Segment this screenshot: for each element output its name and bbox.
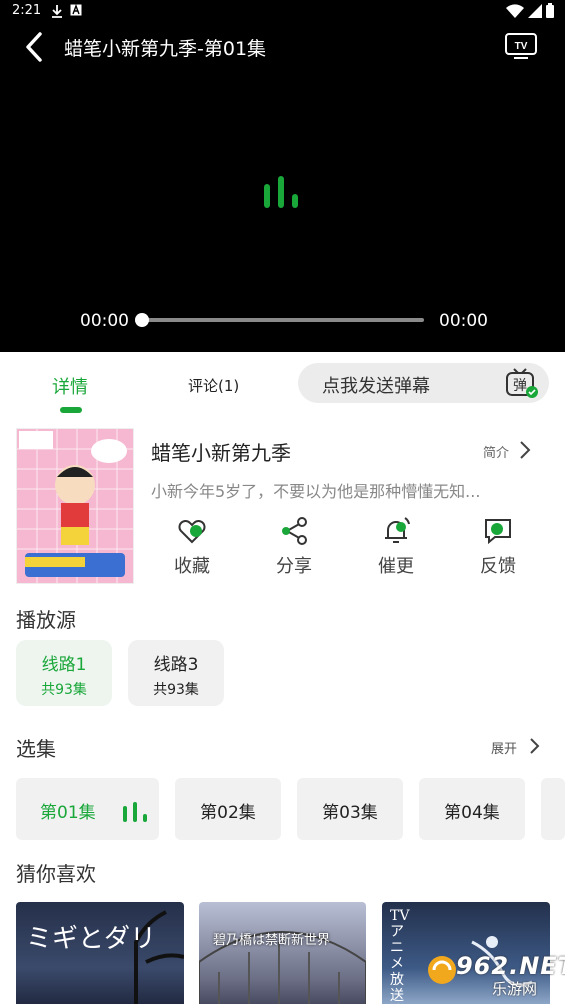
feedback-label: 反馈 [480, 556, 516, 577]
chevron-right-icon[interactable] [516, 440, 534, 460]
watermark-logo-icon [428, 956, 456, 984]
source-name: 线路1 [41, 655, 87, 675]
progress-track[interactable] [141, 318, 424, 322]
video-player[interactable]: 2:21 蜡笔小新第九季-第01集 TV 00:00 00:00 [0, 0, 565, 352]
episode-item-01[interactable]: 第01集 [16, 778, 159, 840]
feedback-button[interactable]: 反馈 [466, 516, 530, 578]
loading-bars-icon [264, 176, 298, 208]
episode-item-04[interactable]: 第04集 [419, 778, 525, 840]
episode-item-partial[interactable] [541, 778, 565, 840]
show-poster [16, 428, 134, 584]
battery-icon [546, 3, 554, 18]
recommend-card-art [199, 931, 366, 1004]
watermark-number: 962.NET [456, 952, 565, 980]
source-item-3[interactable]: 线路3 共93集 [128, 640, 224, 706]
episode-item-03[interactable]: 第03集 [297, 778, 403, 840]
share-icon [282, 517, 307, 545]
sources-heading: 播放源 [16, 608, 76, 632]
episode-label: 第04集 [444, 803, 500, 823]
source-count: 共93集 [153, 682, 199, 698]
app-notification-icon [70, 4, 82, 16]
playing-bars-icon [123, 802, 147, 822]
show-title: 蜡笔小新第九季 [151, 441, 291, 465]
tab-detail[interactable]: 详情 [52, 373, 88, 399]
expand-link[interactable]: 展开 [491, 738, 517, 757]
heart-icon [178, 520, 206, 544]
share-label: 分享 [276, 556, 312, 577]
video-title: 蜡笔小新第九季-第01集 [64, 38, 267, 60]
episodes-heading: 选集 [16, 737, 56, 761]
tab-detail-indicator [60, 407, 82, 413]
danmaku-placeholder: 点我发送弹幕 [322, 376, 430, 397]
status-bar: 2:21 [0, 0, 565, 24]
total-time: 00:00 [439, 311, 488, 331]
share-button[interactable]: 分享 [262, 516, 326, 578]
back-arrow-icon[interactable] [20, 30, 50, 64]
tv-cast-icon[interactable]: TV [504, 32, 538, 60]
site-watermark: 962.NET 乐游网 [426, 948, 565, 1004]
recommend-cover-text: 碧乃橋は禁断新世界 [213, 933, 331, 948]
show-description: 小新今年5岁了，不要以为他是那种懵懂无知... [151, 482, 481, 501]
episode-label: 第01集 [40, 803, 96, 823]
intro-link[interactable]: 简介 [483, 442, 509, 461]
source-item-1[interactable]: 线路1 共93集 [16, 640, 112, 706]
svg-text:弹: 弹 [513, 378, 527, 394]
watermark-sub: 乐游网 [492, 980, 538, 998]
episode-label: 第03集 [322, 803, 378, 823]
recommend-heading: 猜你喜欢 [16, 862, 96, 886]
feedback-icon [485, 519, 511, 545]
episode-item-02[interactable]: 第02集 [175, 778, 281, 840]
status-time: 2:21 [12, 3, 42, 18]
episode-label: 第02集 [200, 803, 256, 823]
favorite-label: 收藏 [174, 556, 210, 577]
recommend-card-1[interactable]: ミギとダリ [16, 902, 184, 1004]
signal-icon [528, 4, 542, 18]
danmaku-toggle-icon[interactable]: 弹 [505, 367, 539, 399]
tab-comments[interactable]: 评论(1) [188, 375, 239, 396]
favorite-button[interactable]: 收藏 [160, 516, 224, 578]
danmaku-send-box[interactable]: 点我发送弹幕 弹 [298, 363, 549, 403]
urge-update-button[interactable]: 催更 [364, 516, 428, 578]
bell-icon [385, 517, 410, 543]
urge-update-label: 催更 [378, 556, 414, 577]
download-icon [52, 5, 62, 18]
progress-thumb[interactable] [135, 313, 149, 327]
source-name: 线路3 [153, 655, 199, 675]
recommend-cover-text: TVアニメ放送決定 [390, 908, 410, 1004]
recommend-card-2[interactable]: 碧乃橋は禁断新世界 [199, 902, 366, 1004]
wifi-icon [506, 4, 524, 18]
recommend-cover-text: ミギとダリ [26, 924, 157, 954]
source-count: 共93集 [41, 682, 87, 698]
svg-text:TV: TV [515, 41, 528, 52]
chevron-right-icon[interactable] [526, 736, 542, 756]
current-time: 00:00 [80, 311, 129, 331]
